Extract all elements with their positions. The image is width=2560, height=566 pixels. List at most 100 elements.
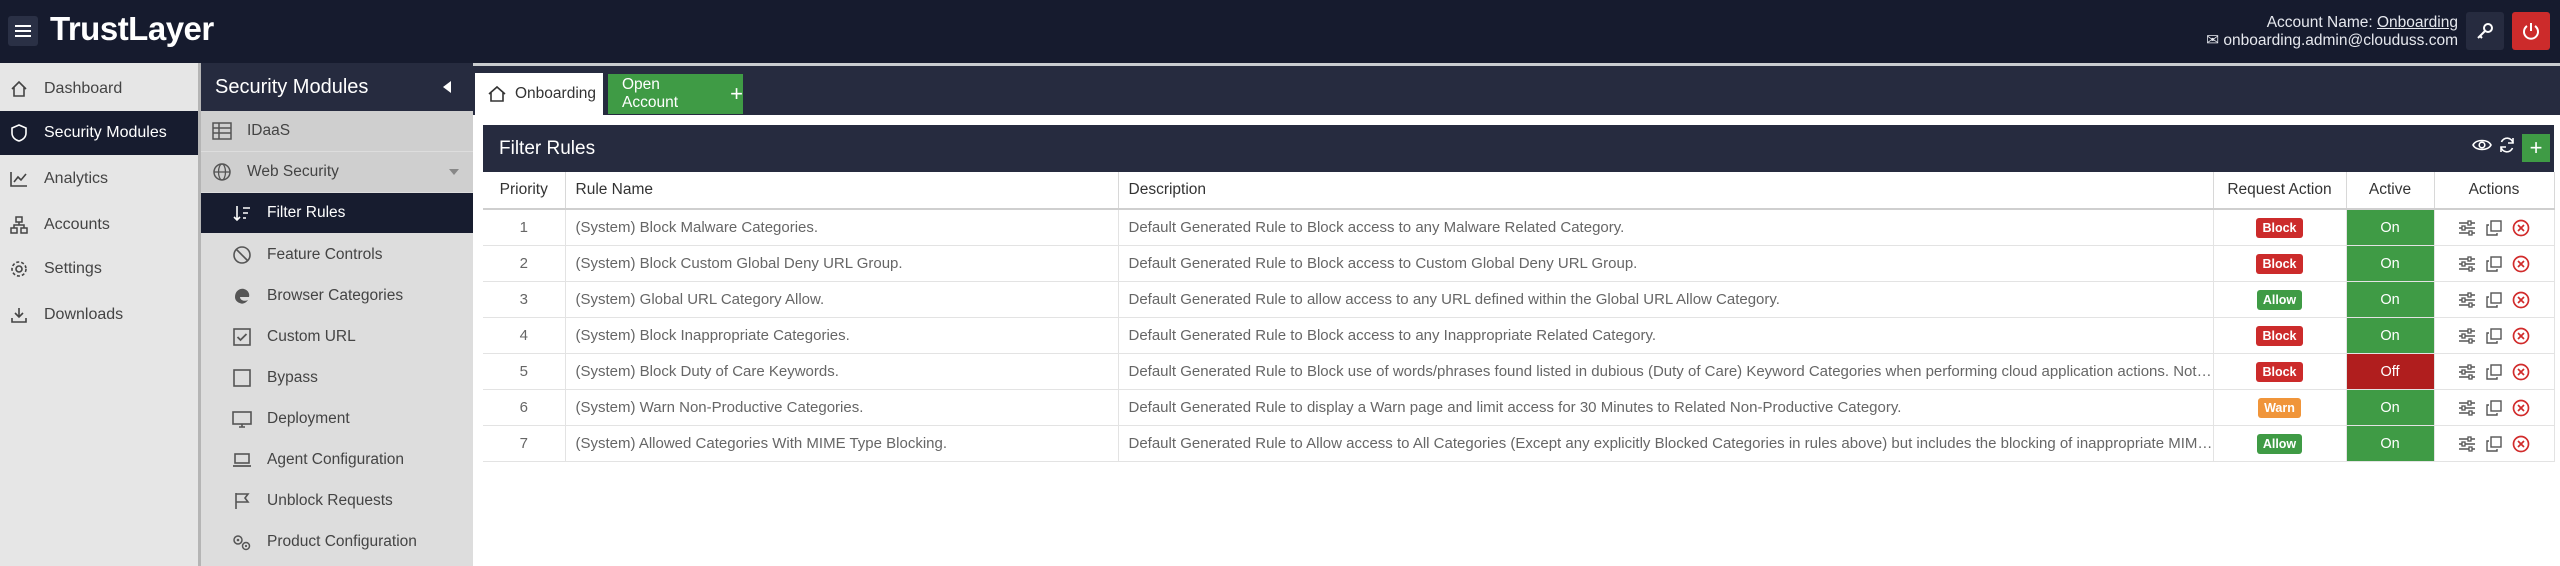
col-priority[interactable]: Priority <box>483 172 566 210</box>
subnav-item-idaas[interactable]: IDaaS <box>201 111 473 151</box>
nav-label: Dashboard <box>44 80 123 97</box>
monitor-icon <box>231 408 253 430</box>
subnav-item-bypass[interactable]: Bypass <box>201 358 473 398</box>
filter-rules-table: Priority Rule Name Description Request A… <box>483 172 2555 462</box>
active-cell: On <box>2346 389 2435 426</box>
account-name-link[interactable]: Onboarding <box>2377 14 2458 31</box>
add-rule-button[interactable]: + <box>2522 134 2550 162</box>
rule-name[interactable]: (System) Block Inappropriate Categories. <box>565 317 1119 354</box>
table-row[interactable]: 5 (System) Block Duty of Care Keywords. … <box>483 353 2555 390</box>
gears-icon <box>231 531 253 553</box>
copy-icon[interactable] <box>2486 255 2502 272</box>
collapse-caret-icon[interactable] <box>443 81 451 93</box>
table-row[interactable]: 1 (System) Block Malware Categories. Def… <box>483 209 2555 246</box>
request-action-badge: Allow <box>2256 433 2303 454</box>
active-cell: On <box>2346 425 2435 462</box>
table-row[interactable]: 2 (System) Block Custom Global Deny URL … <box>483 245 2555 282</box>
key-button[interactable] <box>2466 12 2504 50</box>
sliders-icon[interactable] <box>2458 363 2476 380</box>
copy-icon[interactable] <box>2486 435 2502 452</box>
copy-icon[interactable] <box>2486 363 2502 380</box>
sliders-icon[interactable] <box>2458 255 2476 272</box>
delete-icon[interactable] <box>2512 291 2530 309</box>
expand-caret-icon <box>449 169 459 175</box>
shield-icon <box>8 122 30 144</box>
rule-name[interactable]: (System) Block Duty of Care Keywords. <box>565 353 1119 390</box>
subnav-item-product-configuration[interactable]: Product Configuration <box>201 522 473 562</box>
nav-item-analytics[interactable]: Analytics <box>0 157 198 201</box>
subnav-item-web-security[interactable]: Web Security <box>201 152 473 192</box>
sliders-icon[interactable] <box>2458 399 2476 416</box>
logout-button[interactable] <box>2512 12 2550 50</box>
sliders-icon[interactable] <box>2458 435 2476 452</box>
open-account-button[interactable]: Open Account + <box>608 74 743 114</box>
eye-icon[interactable] <box>2472 137 2492 159</box>
module-sidebar-header: Security Modules <box>201 63 473 111</box>
active-toggle[interactable]: Off <box>2346 354 2433 389</box>
table-row[interactable]: 6 (System) Warn Non-Productive Categorie… <box>483 389 2555 426</box>
account-email: onboarding.admin@clouduss.com <box>2223 32 2458 49</box>
actions-cell <box>2434 209 2555 246</box>
nav-item-security-modules[interactable]: Security Modules <box>0 111 198 155</box>
request-action-badge: Allow <box>2256 289 2303 310</box>
nav-item-settings[interactable]: Settings <box>0 247 198 291</box>
delete-icon[interactable] <box>2512 435 2530 453</box>
actions-cell <box>2434 353 2555 390</box>
delete-icon[interactable] <box>2512 255 2530 273</box>
active-cell: On <box>2346 317 2435 354</box>
rule-name[interactable]: (System) Global URL Category Allow. <box>565 281 1119 318</box>
refresh-icon[interactable] <box>2498 136 2516 160</box>
active-toggle[interactable]: On <box>2346 318 2433 353</box>
hamburger-icon <box>15 25 31 37</box>
subnav-item-deployment[interactable]: Deployment <box>201 399 473 439</box>
active-toggle[interactable]: On <box>2346 426 2433 461</box>
envelope-icon: ✉ <box>2206 32 2220 49</box>
copy-icon[interactable] <box>2486 327 2502 344</box>
table-row[interactable]: 4 (System) Block Inappropriate Categorie… <box>483 317 2555 354</box>
subnav-item-agent-configuration[interactable]: Agent Configuration <box>201 440 473 480</box>
plus-icon: + <box>2529 135 2543 160</box>
sliders-icon[interactable] <box>2458 327 2476 344</box>
sliders-icon[interactable] <box>2458 219 2476 236</box>
active-cell: On <box>2346 209 2435 246</box>
copy-icon[interactable] <box>2486 399 2502 416</box>
col-request-action[interactable]: Request Action <box>2213 172 2347 210</box>
active-toggle[interactable]: On <box>2346 390 2433 425</box>
subnav-item-unblock-requests[interactable]: Unblock Requests <box>201 481 473 521</box>
sliders-icon[interactable] <box>2458 291 2476 308</box>
checkbox-icon <box>231 326 253 348</box>
nav-label: Analytics <box>44 170 109 187</box>
subnav-item-custom-url[interactable]: Custom URL <box>201 317 473 357</box>
subnav-item-browser-categories[interactable]: Browser Categories <box>201 276 473 316</box>
table-row[interactable]: 3 (System) Global URL Category Allow. De… <box>483 281 2555 318</box>
active-toggle[interactable]: On <box>2346 282 2433 317</box>
gear-icon <box>8 258 30 280</box>
rule-name[interactable]: (System) Allowed Categories With MIME Ty… <box>565 425 1119 462</box>
rule-name[interactable]: (System) Block Malware Categories. <box>565 209 1119 246</box>
col-active[interactable]: Active <box>2346 172 2435 210</box>
active-toggle[interactable]: On <box>2346 246 2433 281</box>
nav-item-downloads[interactable]: Downloads <box>0 293 198 337</box>
main-sidebar: Dashboard Security Modules Analytics Acc… <box>0 63 198 566</box>
copy-icon[interactable] <box>2486 219 2502 236</box>
nav-item-dashboard[interactable]: Dashboard <box>0 67 198 111</box>
nav-item-accounts[interactable]: Accounts <box>0 203 198 247</box>
delete-icon[interactable] <box>2512 363 2530 381</box>
subnav-item-filter-rules[interactable]: Filter Rules <box>201 193 473 233</box>
ban-icon <box>231 244 253 266</box>
copy-icon[interactable] <box>2486 291 2502 308</box>
rule-priority: 4 <box>483 317 566 354</box>
delete-icon[interactable] <box>2512 219 2530 237</box>
table-row[interactable]: 7 (System) Allowed Categories With MIME … <box>483 425 2555 462</box>
subnav-item-feature-controls[interactable]: Feature Controls <box>201 235 473 275</box>
delete-icon[interactable] <box>2512 327 2530 345</box>
col-description[interactable]: Description <box>1118 172 2214 210</box>
active-toggle[interactable]: On <box>2346 210 2433 245</box>
rule-name[interactable]: (System) Block Custom Global Deny URL Gr… <box>565 245 1119 282</box>
col-rule-name[interactable]: Rule Name <box>565 172 1119 210</box>
delete-icon[interactable] <box>2512 399 2530 417</box>
chart-icon <box>8 168 30 190</box>
tab-onboarding[interactable]: Onboarding <box>475 73 603 115</box>
rule-name[interactable]: (System) Warn Non-Productive Categories. <box>565 389 1119 426</box>
menu-button[interactable] <box>8 16 38 46</box>
